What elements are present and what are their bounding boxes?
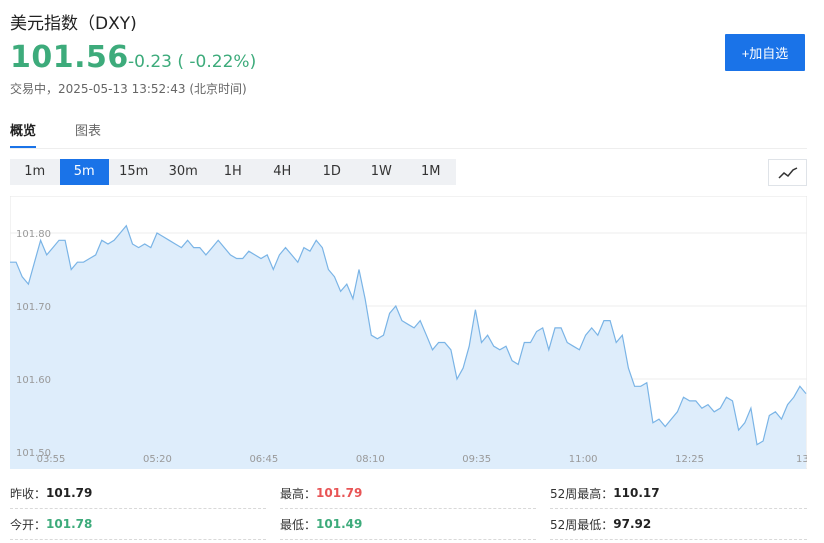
instrument-title: 美元指数（DXY) (10, 14, 137, 34)
stat-value: 97.92 (613, 517, 652, 531)
stat-52w-low: 52周最低： 97.92 (550, 509, 807, 540)
stat-label: 最高： (280, 486, 317, 501)
x-tick-label: 12:25 (675, 454, 704, 465)
price-chart-svg: 101.80101.70101.60101.50 03:55 05:20 06:45… (10, 196, 807, 469)
stat-high: 最高： 101.79 (280, 478, 536, 509)
y-tick-label: 101.70 (16, 302, 51, 313)
period-selector: 1m 5m 15m 30m 1H 4H 1D 1W 1M (10, 159, 456, 185)
x-tick-label: 09:35 (462, 454, 491, 465)
period-1w[interactable]: 1W (357, 159, 407, 185)
tab-overview[interactable]: 概览 (10, 120, 37, 148)
line-chart-icon (777, 166, 797, 179)
stat-label: 今开： (10, 517, 47, 532)
period-1h[interactable]: 1H (208, 159, 258, 185)
quote-timestamp: 2025-05-13 13:52:43 (58, 82, 186, 96)
y-tick-label: 101.80 (16, 229, 51, 240)
stat-value: 110.17 (613, 486, 660, 500)
y-tick-label: 101.60 (16, 375, 51, 386)
stat-value: 101.79 (46, 486, 93, 500)
trading-status: 交易中 (10, 82, 47, 96)
x-tick-label: 06:45 (249, 454, 278, 465)
x-tick-label: 03:55 (37, 454, 66, 465)
add-to-watchlist-button[interactable]: +加自选 (725, 34, 805, 71)
stat-open: 今开： 101.78 (10, 509, 266, 540)
stat-label: 最低： (280, 517, 317, 532)
current-price: 101.56 (10, 40, 129, 75)
stat-low: 最低： 101.49 (280, 509, 536, 540)
x-tick-label: 11:00 (569, 454, 598, 465)
period-5m[interactable]: 5m (59, 159, 109, 185)
stat-value: 101.78 (46, 517, 93, 531)
period-1m[interactable]: 1m (10, 159, 60, 185)
x-tick-label: 08:10 (356, 454, 385, 465)
chart-type-button[interactable] (768, 159, 807, 186)
period-15m[interactable]: 15m (109, 159, 159, 185)
stat-label: 52周最高： (550, 486, 614, 501)
price-chart[interactable]: 101.80 101.70 101.60 101.50 03:55 05:20 06:45… (10, 196, 807, 469)
tab-bar: 概览 图表 (10, 120, 807, 149)
x-tick-label: 13:50 (796, 454, 807, 465)
period-1mo[interactable]: 1M (406, 159, 456, 185)
timezone-label: (北京时间) (189, 82, 247, 96)
stat-value: 101.49 (316, 517, 363, 531)
stat-value: 101.79 (316, 486, 363, 500)
stat-label: 52周最低： (550, 517, 614, 532)
period-4h[interactable]: 4H (258, 159, 308, 185)
status-line: 交易中，2025-05-13 13:52:43 (北京时间) (10, 82, 247, 96)
period-1d[interactable]: 1D (307, 159, 357, 185)
x-tick-label: 05:20 (143, 454, 172, 465)
stat-52w-high: 52周最高： 110.17 (550, 478, 807, 509)
stat-label: 昨收： (10, 486, 47, 501)
tab-chart[interactable]: 图表 (75, 120, 101, 147)
price-change: -0.23 ( -0.22%) (128, 52, 257, 72)
stat-prev-close: 昨收： 101.79 (10, 478, 266, 509)
period-30m[interactable]: 30m (159, 159, 209, 185)
